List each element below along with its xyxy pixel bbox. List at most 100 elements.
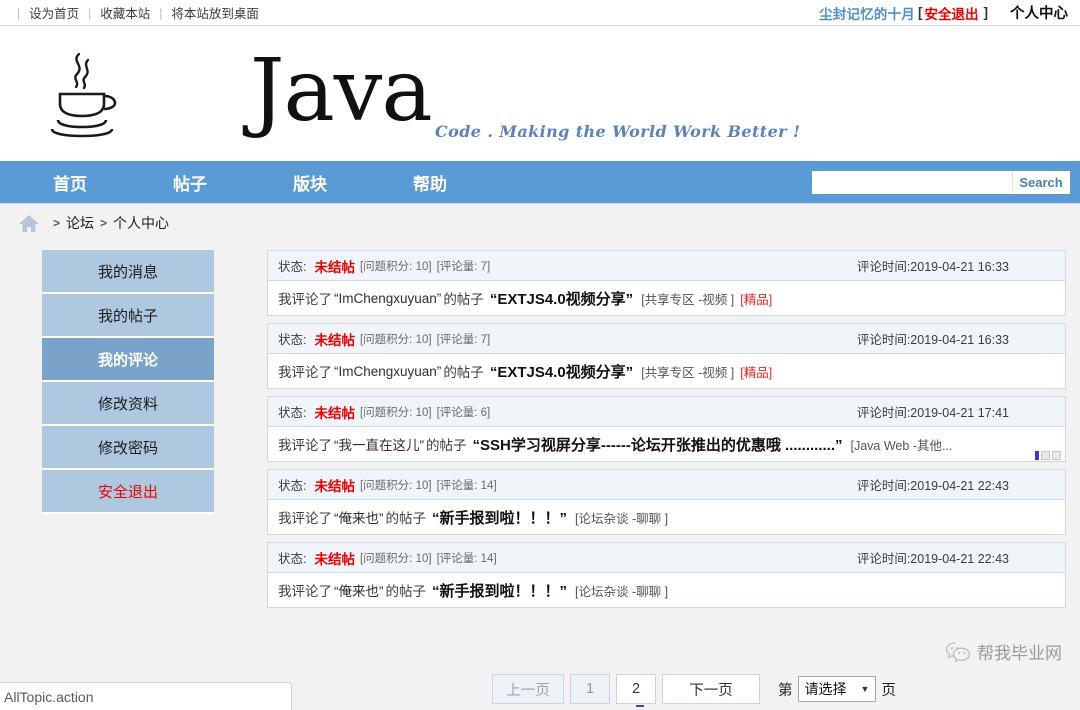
comment-count-meta: [评论量: 7]: [436, 260, 491, 273]
sidebar-menu: 我的消息 我的帖子 我的评论 修改资料 修改密码 安全退出: [42, 242, 214, 660]
score-meta: [问题积分: 10]: [359, 333, 432, 346]
pagination: 上一页 1 2 下一页 第 请选择 ▼ 页: [492, 674, 896, 707]
comment-prefix: 我评论了: [278, 365, 332, 380]
prev-page-button[interactable]: 上一页: [492, 674, 564, 704]
search-input[interactable]: [812, 170, 1012, 194]
scroll-thumb[interactable]: [1035, 450, 1039, 460]
post-title-link[interactable]: “EXTJS4.0视频分享”: [490, 361, 633, 382]
sidebar-item-label: 修改资料: [97, 395, 158, 413]
set-homepage-link[interactable]: 设为首页: [29, 3, 79, 22]
personal-center-link[interactable]: 个人中心: [1010, 2, 1068, 23]
sidebar-item-edit-profile[interactable]: 修改资料: [42, 382, 214, 426]
status-label: 状态:: [278, 333, 307, 347]
sidebar-item-my-comments[interactable]: 我的评论: [42, 338, 214, 382]
breadcrumb-separator: >: [53, 216, 61, 230]
post-author: “ImChengxuyuan”: [334, 290, 442, 306]
status-label: 状态:: [278, 260, 307, 274]
comment-row-body: 我评论了 “俺来也” 的帖子 “新手报到啦！！！” [论坛杂谈 -聊聊 ]: [268, 500, 1065, 534]
post-title-link[interactable]: “EXTJS4.0视频分享”: [490, 288, 633, 309]
separator-icon: |: [88, 5, 92, 20]
comment-row-header: 状态: 未结帖 [问题积分: 10] [评论量: 14] 评论时间:2019-0…: [268, 543, 1065, 573]
username-label: 尘封记忆的十月: [819, 6, 915, 22]
nav-item-posts[interactable]: 帖子: [130, 170, 250, 195]
post-author: “我一直在这儿”: [334, 438, 424, 453]
comment-count-meta: [评论量: 6]: [436, 406, 491, 419]
comment-row[interactable]: 状态: 未结帖 [问题积分: 10] [评论量: 7] 评论时间:2019-04…: [267, 250, 1066, 316]
score-meta: [问题积分: 10]: [359, 406, 432, 419]
sidebar-item-label: 我的消息: [97, 263, 158, 281]
page-number-2[interactable]: 2: [616, 674, 656, 707]
comment-row-body: 我评论了 “ImChengxuyuan” 的帖子 “EXTJS4.0视频分享” …: [268, 354, 1065, 388]
bookmark-site-link[interactable]: 收藏本站: [100, 3, 150, 22]
comment-row-body: 我评论了 “俺来也” 的帖子 “新手报到啦！！！” [论坛杂谈 -聊聊 ]: [268, 573, 1065, 607]
comment-time: 评论时间:2019-04-21 17:41: [856, 406, 1009, 420]
jump-prefix-label: 第: [778, 682, 793, 699]
sidebar-item-my-messages[interactable]: 我的消息: [42, 250, 214, 294]
comment-row-body: 我评论了 “ImChengxuyuan” 的帖子 “EXTJS4.0视频分享” …: [268, 281, 1065, 315]
sidebar-item-my-posts[interactable]: 我的帖子: [42, 294, 214, 338]
comment-time: 评论时间:2019-04-21 16:33: [856, 260, 1009, 274]
java-cup-logo-icon: [50, 52, 117, 138]
comment-count-meta: [评论量: 7]: [436, 333, 491, 346]
separator-icon: |: [159, 5, 163, 20]
scroll-cell: [1041, 450, 1050, 460]
comment-row[interactable]: 状态: 未结帖 [问题积分: 10] [评论量: 14] 评论时间:2019-0…: [267, 469, 1066, 535]
quality-badge: [精品]: [740, 292, 773, 307]
sidebar-item-label: 我的帖子: [97, 307, 158, 325]
status-badge: 未结帖: [314, 259, 355, 275]
status-badge: 未结帖: [314, 551, 355, 567]
browser-status-bar: AllTopic.action: [0, 682, 292, 710]
post-title-link[interactable]: “新手报到啦！！！”: [432, 507, 567, 528]
sidebar-item-label: 修改密码: [97, 439, 158, 457]
comment-mid: 的帖子: [385, 511, 427, 526]
status-label: 状态:: [278, 479, 307, 493]
comment-prefix: 我评论了: [278, 584, 332, 599]
bracket-left: [: [918, 5, 923, 20]
post-author: “ImChengxuyuan”: [334, 363, 442, 379]
comment-prefix: 我评论了: [278, 292, 332, 307]
comment-count-meta: [评论量: 14]: [436, 479, 497, 492]
comment-row[interactable]: 状态: 未结帖 [问题积分: 10] [评论量: 14] 评论时间:2019-0…: [267, 542, 1066, 608]
nav-item-help[interactable]: 帮助: [370, 170, 490, 195]
page-select-value: 请选择: [804, 681, 847, 697]
breadcrumb: > 论坛 > 个人中心: [0, 204, 1080, 242]
sidebar-item-logout[interactable]: 安全退出: [42, 470, 214, 514]
bracket-right: ]: [983, 5, 989, 20]
post-board: [论坛杂谈 -聊聊 ]: [575, 584, 669, 599]
banner-tagline: Code . Making the World Work Better !: [435, 122, 801, 141]
score-meta: [问题积分: 10]: [359, 552, 432, 565]
post-title-link[interactable]: “SSH学习视屏分享------论坛开张推出的优惠哦 ............”: [473, 434, 843, 455]
search-button[interactable]: Search: [1012, 170, 1070, 194]
nav-item-boards[interactable]: 版块: [250, 170, 370, 195]
sidebar-item-change-password[interactable]: 修改密码: [42, 426, 214, 470]
score-meta: [问题积分: 10]: [359, 479, 432, 492]
jump-suffix-label: 页: [881, 682, 896, 699]
page-number-1[interactable]: 1: [570, 674, 610, 704]
top-utility-bar: | 设为首页 | 收藏本站 | 将本站放到桌面 尘封记忆的十月 [ 安全退出 ]…: [0, 0, 1080, 26]
comment-list: 状态: 未结帖 [问题积分: 10] [评论量: 7] 评论时间:2019-04…: [267, 242, 1066, 660]
scroll-cell: [1052, 450, 1061, 460]
page-jump: 第 请选择 ▼ 页: [778, 676, 896, 702]
site-banner: Java Code . Making the World Work Better…: [0, 26, 1080, 161]
post-title-link[interactable]: “新手报到啦！！！”: [432, 580, 567, 601]
comment-row[interactable]: 状态: 未结帖 [问题积分: 10] [评论量: 7] 评论时间:2019-04…: [267, 323, 1066, 389]
comment-prefix: 我评论了: [278, 438, 332, 453]
post-board: [论坛杂谈 -聊聊 ]: [575, 511, 669, 526]
breadcrumb-item-personal-center[interactable]: 个人中心: [113, 213, 169, 233]
comment-row-header: 状态: 未结帖 [问题积分: 10] [评论量: 14] 评论时间:2019-0…: [268, 470, 1065, 500]
comment-mid: 的帖子: [426, 438, 467, 453]
score-meta: [问题积分: 10]: [359, 260, 432, 273]
nav-item-home[interactable]: 首页: [10, 170, 130, 195]
comment-time: 评论时间:2019-04-21 22:43: [856, 479, 1009, 493]
logout-link[interactable]: 安全退出: [925, 3, 979, 23]
next-page-button[interactable]: 下一页: [662, 674, 760, 704]
comment-row-header: 状态: 未结帖 [问题积分: 10] [评论量: 7] 评论时间:2019-04…: [268, 324, 1065, 354]
row-overflow-scrollbar[interactable]: [1035, 449, 1065, 461]
comment-row-body: 我评论了 “我一直在这儿” 的帖子 “SSH学习视屏分享------论坛开张推出…: [268, 427, 1065, 461]
add-to-desktop-link[interactable]: 将本站放到桌面: [171, 3, 259, 22]
home-icon[interactable]: [18, 213, 40, 233]
page-select-dropdown[interactable]: 请选择 ▼: [797, 676, 877, 702]
comment-row[interactable]: 状态: 未结帖 [问题积分: 10] [评论量: 6] 评论时间:2019-04…: [267, 396, 1066, 462]
sidebar-item-label: 安全退出: [97, 483, 158, 501]
breadcrumb-item-forum[interactable]: 论坛: [66, 213, 94, 233]
